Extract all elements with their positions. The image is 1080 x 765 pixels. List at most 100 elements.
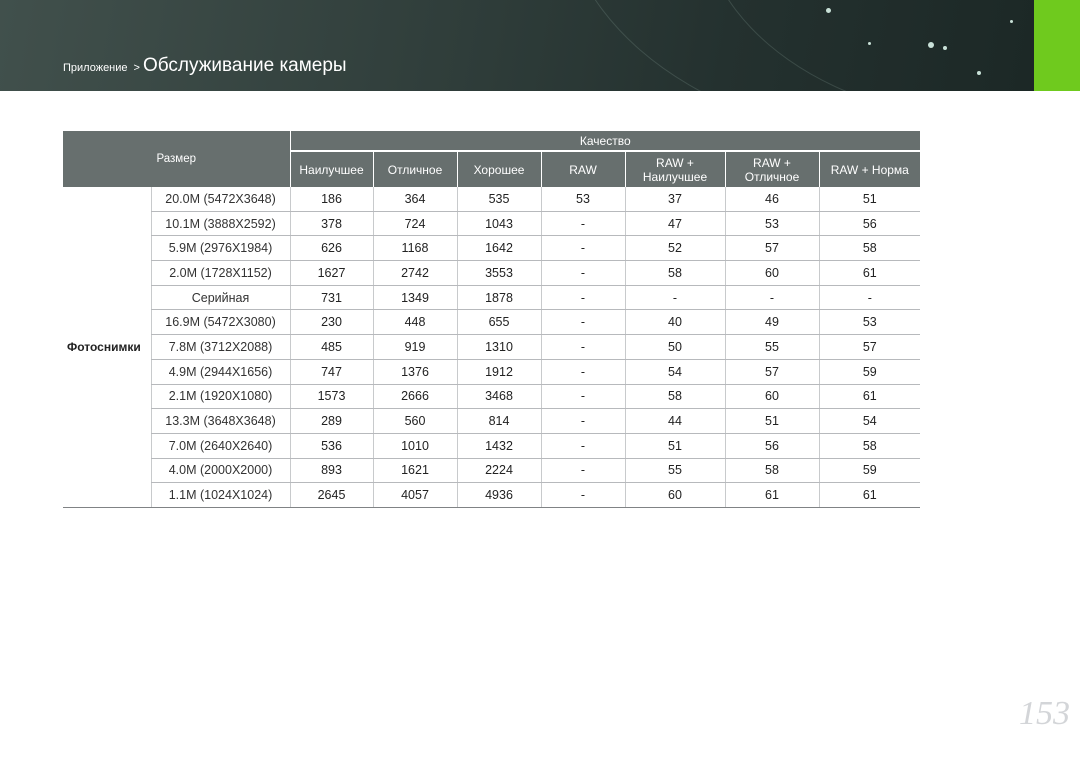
value-cell: 1878: [456, 285, 541, 311]
value-cell: 56: [724, 433, 819, 459]
value-cell: 485: [289, 334, 373, 360]
value-cell: 1432: [456, 433, 541, 459]
value-cell: -: [724, 285, 819, 311]
size-cell: 13.3M (3648X3648): [150, 408, 290, 434]
value-cell: 54: [624, 359, 725, 385]
column-header: RAW: [540, 151, 625, 187]
table-row: Серийная 731 1349 1878- - - -: [63, 285, 921, 311]
value-cell: 51: [818, 187, 921, 212]
value-cell: 655: [456, 309, 541, 336]
value-cell: 747: [289, 359, 373, 385]
value-cell: 626: [289, 235, 373, 262]
breadcrumb-parent[interactable]: Приложение: [63, 62, 128, 74]
value-cell: -: [540, 408, 625, 434]
size-cell: 1.1M (1024X1024): [150, 482, 290, 508]
breadcrumb: Приложение > Обслуживание камеры: [63, 55, 347, 77]
header-sparkle: [1010, 20, 1013, 23]
value-cell: 57: [724, 359, 819, 385]
value-cell: 49: [724, 309, 819, 336]
table-row: 7.0M (2640X2640) 536 1010 1432-51 56 58: [63, 433, 921, 459]
value-cell: 448: [372, 309, 457, 336]
value-cell: 58: [724, 458, 819, 484]
page-header: Приложение > Обслуживание камеры: [0, 0, 1034, 91]
value-cell: 53: [540, 187, 625, 212]
column-header: RAW + Норма: [818, 151, 921, 187]
value-cell: 44: [624, 408, 725, 434]
value-cell: -: [540, 433, 625, 459]
value-cell: 186: [289, 187, 373, 212]
column-header-line: Наилучшее: [642, 169, 708, 184]
value-cell: -: [540, 482, 625, 508]
value-cell: 1010: [372, 433, 457, 459]
table-row: 4.9M (2944X1656) 747 1376 1912-54 57 59: [63, 359, 921, 385]
column-header: Отличное: [372, 151, 457, 187]
value-cell: 1043: [456, 211, 541, 237]
value-cell: 1621: [372, 458, 457, 484]
value-cell: 46: [724, 187, 819, 212]
page-title: Обслуживание камеры: [142, 55, 347, 76]
value-cell: 58: [624, 260, 725, 286]
value-cell: 2224: [456, 458, 541, 484]
value-cell: 56: [818, 211, 921, 237]
value-cell: 61: [724, 482, 819, 508]
value-cell: 53: [818, 309, 921, 336]
size-cell: 5.9M (2976X1984): [150, 235, 290, 262]
value-cell: 61: [818, 482, 921, 508]
value-cell: 378: [289, 211, 373, 237]
value-cell: 55: [724, 334, 819, 360]
value-cell: 814: [456, 408, 541, 434]
table-row: Фотоснимки 20.0M (5472X3648) 186 364 535 53 37…: [63, 187, 921, 508]
value-cell: -: [540, 359, 625, 385]
size-cell: 2.0M (1728X1152): [150, 260, 290, 286]
value-cell: 61: [818, 260, 921, 286]
value-cell: 2742: [372, 260, 457, 286]
header-sparkle: [868, 42, 871, 45]
value-cell: 724: [372, 211, 457, 237]
value-cell: 1310: [456, 334, 541, 360]
table-row: 16.9M (5472X3080) 230 448 655-40 49 53: [63, 309, 921, 336]
table-row: 1.1M (1024X1024) 2645 4057 4936-60 61 61: [63, 482, 921, 508]
value-cell: 1168: [372, 235, 457, 262]
value-cell: 289: [289, 408, 373, 434]
value-cell: 4057: [372, 482, 457, 508]
value-cell: 1349: [372, 285, 457, 311]
value-cell: 54: [818, 408, 921, 434]
value-cell: 60: [624, 482, 725, 508]
size-cell: Серийная: [150, 285, 290, 311]
value-cell: 59: [818, 359, 921, 385]
header-sparkle: [943, 46, 947, 50]
size-cell: 20.0M (5472X3648): [150, 187, 290, 212]
value-cell: -: [540, 309, 625, 336]
value-cell: 52: [624, 235, 725, 262]
value-cell: 60: [724, 384, 819, 410]
table-row: 13.3M (3648X3648) 289 560 814-44 51 54: [63, 408, 921, 434]
value-cell: 919: [372, 334, 457, 360]
table-row: 2.1M (1920X1080) 1573 2666 3468-58 60 61: [63, 384, 921, 410]
value-cell: -: [540, 384, 625, 410]
value-cell: 58: [624, 384, 725, 410]
table-row: 7.8M (3712X2088) 485 919 1310-50 55 57: [63, 334, 921, 360]
header-sparkle: [928, 42, 934, 48]
value-cell: 59: [818, 458, 921, 484]
header-sparkle: [977, 71, 981, 75]
value-cell: 51: [724, 408, 819, 434]
value-cell: 57: [724, 235, 819, 262]
size-cell: 2.1M (1920X1080): [150, 384, 290, 410]
column-header: RAW + Отличное: [724, 151, 819, 187]
value-cell: -: [540, 260, 625, 286]
value-cell: 47: [624, 211, 725, 237]
size-cell: 16.9M (5472X3080): [150, 309, 290, 336]
table-row: 10.1M (3888X2592) 378 724 1043-47 53 56: [63, 211, 921, 237]
value-cell: 731: [289, 285, 373, 311]
value-cell: 3553: [456, 260, 541, 286]
page-number: 153: [1019, 695, 1070, 732]
size-cell: 10.1M (3888X2592): [150, 211, 290, 237]
value-cell: 55: [624, 458, 725, 484]
value-cell: 57: [818, 334, 921, 360]
value-cell: 3468: [456, 384, 541, 410]
value-cell: 51: [624, 433, 725, 459]
value-cell: 4936: [456, 482, 541, 508]
value-cell: -: [540, 211, 625, 237]
value-cell: 1642: [456, 235, 541, 262]
section-tab-accent[interactable]: [1034, 0, 1080, 91]
